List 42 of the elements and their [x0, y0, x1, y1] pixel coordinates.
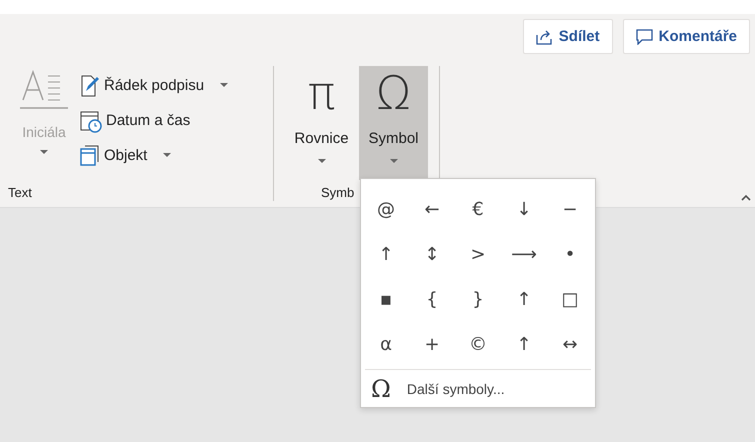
ribbon-menu-item[interactable]: Řádek podpisu	[76, 70, 232, 101]
calendar-clock-icon	[80, 108, 102, 132]
symbol-option[interactable]: >	[455, 232, 501, 277]
group-label: Symb	[320, 185, 356, 201]
symbol-option[interactable]: ←	[409, 187, 455, 232]
ribbon-large-button[interactable]: Ω Symbol	[359, 66, 428, 180]
symbol-option[interactable]: @	[363, 187, 409, 232]
share-button[interactable]: Sdílet	[522, 19, 613, 54]
ribbon-menu-item[interactable]: Datum a čas	[76, 105, 232, 136]
more-symbols-item[interactable]: Ω Další symboly...	[365, 369, 591, 407]
drop-cap-icon	[20, 68, 68, 110]
comment-icon	[636, 28, 653, 44]
window-icon	[80, 144, 100, 166]
symbol-option[interactable]: ↓	[501, 187, 547, 232]
caret-icon	[390, 159, 398, 164]
symbol-option[interactable]: ↑	[501, 322, 547, 367]
comments-button[interactable]: Komentáře	[622, 19, 750, 54]
symbol-option[interactable]: ↕	[409, 232, 455, 277]
symbol-option[interactable]: −	[547, 187, 593, 232]
symbol-option[interactable]: □	[547, 277, 593, 322]
symbol-option[interactable]: €	[455, 187, 501, 232]
collapse-icon[interactable]	[741, 194, 751, 201]
symbol-option[interactable]: }	[455, 277, 501, 322]
share-icon	[536, 28, 553, 44]
symbol-option[interactable]: α	[363, 322, 409, 367]
symbol-option[interactable]: ↔	[547, 322, 593, 367]
caret-icon	[40, 150, 48, 155]
symbol-option[interactable]: ↑	[501, 277, 547, 322]
symbol-option[interactable]: ©	[455, 322, 501, 367]
caret-icon	[318, 159, 326, 164]
symbol-option[interactable]: {	[409, 277, 455, 322]
caret-icon	[163, 153, 172, 158]
caret-icon	[220, 83, 228, 88]
ribbon-menu-item[interactable]: Objekt	[76, 140, 232, 171]
group-label: Text	[7, 185, 33, 201]
symbol-option[interactable]: ⟶	[501, 232, 547, 277]
signature-icon	[80, 74, 100, 96]
symbol-option[interactable]: ↑	[363, 232, 409, 277]
symbol-option[interactable]: ▪	[363, 277, 409, 322]
symbol-option[interactable]: +	[409, 322, 455, 367]
ribbon-large-button[interactable]: π Rovnice	[287, 66, 356, 180]
symbol-option[interactable]: •	[547, 232, 593, 277]
